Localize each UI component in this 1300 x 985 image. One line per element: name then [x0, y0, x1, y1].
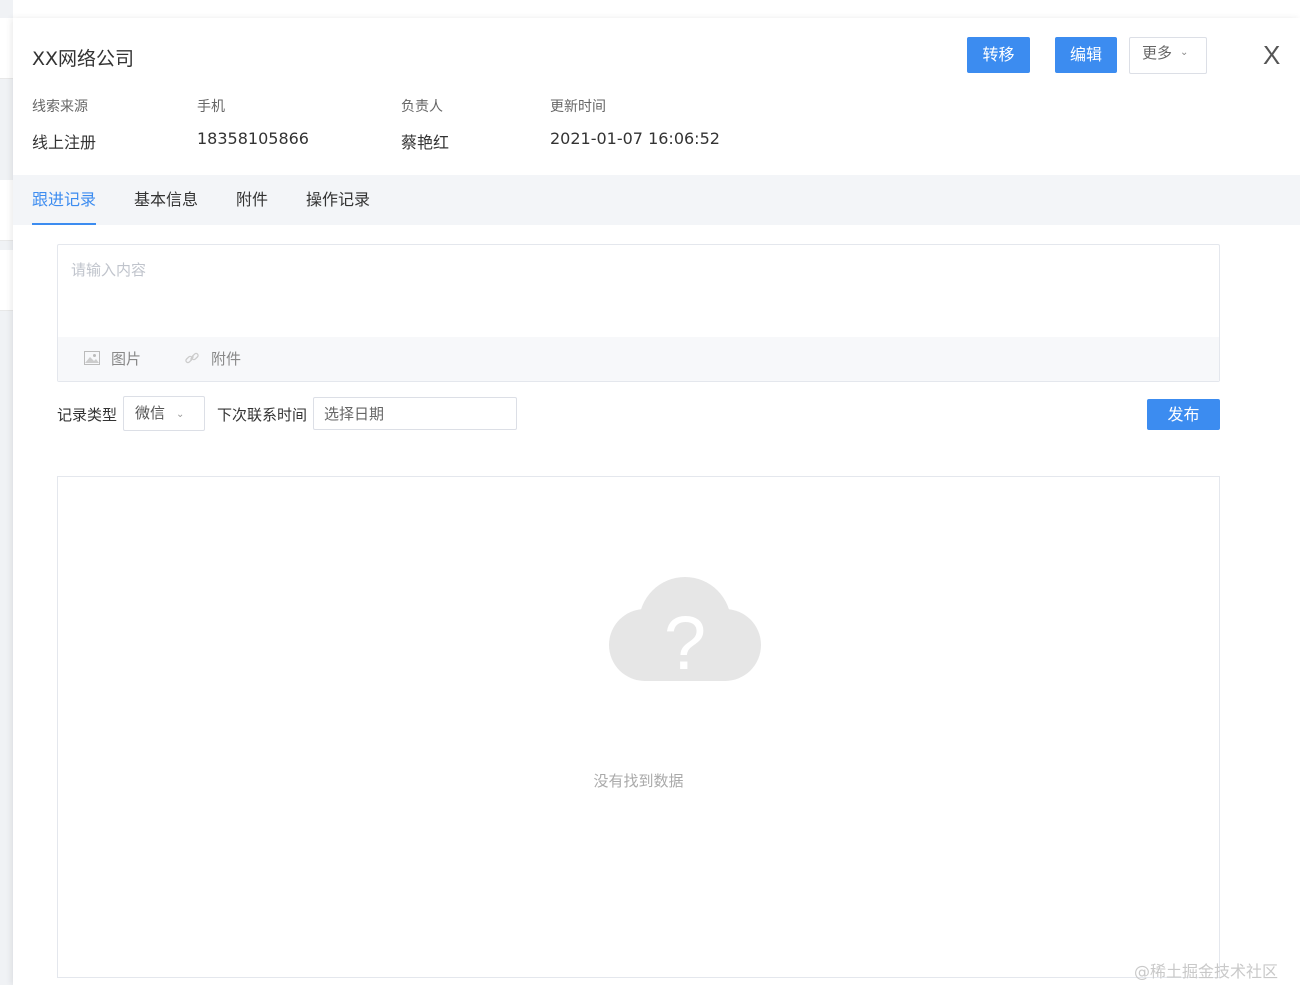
next-contact-date-input[interactable]: [313, 397, 517, 430]
svg-text:?: ?: [664, 601, 706, 686]
info-label-phone: 手机: [197, 99, 225, 115]
info-label-updated: 更新时间: [550, 99, 606, 115]
tab-basic-info[interactable]: 基本信息: [134, 175, 198, 225]
image-icon: [84, 351, 100, 365]
watermark: @稀土掘金技术社区: [1134, 962, 1279, 981]
empty-cloud-icon: ?: [609, 577, 761, 686]
more-label: 更多: [1142, 44, 1173, 62]
chevron-down-icon: ⌄: [176, 409, 185, 420]
more-dropdown-button[interactable]: 更多 ⌄: [1129, 37, 1207, 74]
follow-up-textarea[interactable]: [58, 245, 1219, 337]
transfer-button[interactable]: 转移: [967, 37, 1030, 73]
edit-button[interactable]: 编辑: [1055, 37, 1117, 73]
follow-up-list: ? 没有找到数据: [57, 476, 1220, 978]
company-title: XX网络公司: [32, 48, 135, 70]
record-type-select[interactable]: 微信 ⌄: [123, 396, 205, 431]
chevron-down-icon: ⌄: [1180, 47, 1189, 58]
close-button[interactable]: X: [1263, 40, 1280, 71]
info-value-updated: 2021-01-07 16:06:52: [550, 129, 720, 148]
background-page-strip: [0, 0, 13, 985]
background-fragment: [0, 180, 13, 241]
next-contact-label: 下次联系时间: [217, 406, 308, 424]
editor-toolbar: 图片 附件: [58, 337, 1219, 381]
record-type-value: 微信: [135, 404, 166, 422]
record-type-label: 记录类型: [57, 406, 118, 424]
info-label-source: 线索来源: [32, 99, 88, 115]
insert-attachment-button[interactable]: 附件: [184, 337, 254, 381]
tab-bar: 跟进记录 基本信息 附件 操作记录: [13, 175, 1300, 225]
tab-follow-up[interactable]: 跟进记录: [32, 175, 97, 225]
insert-image-button[interactable]: 图片: [84, 337, 154, 381]
follow-up-editor: 图片 附件: [57, 244, 1220, 382]
publish-button[interactable]: 发布: [1147, 399, 1220, 430]
info-value-owner: 蔡艳红: [401, 133, 450, 152]
tab-attachments[interactable]: 附件: [236, 175, 268, 225]
attachment-label: 附件: [211, 350, 242, 368]
lead-detail-drawer: XX网络公司 转移 编辑 更多 ⌄ X 线索来源 线上注册 手机 1835810…: [13, 18, 1300, 985]
image-label: 图片: [111, 350, 142, 368]
empty-state-text: 没有找到数据: [593, 772, 684, 790]
background-fragment: [0, 250, 13, 311]
info-value-phone: 18358105866: [197, 129, 309, 148]
background-fragment: [0, 18, 13, 79]
tab-operation-log[interactable]: 操作记录: [306, 175, 370, 225]
info-label-owner: 负责人: [401, 99, 443, 115]
top-edge: [13, 0, 1300, 19]
info-value-source: 线上注册: [32, 133, 97, 152]
link-icon: [185, 352, 199, 364]
